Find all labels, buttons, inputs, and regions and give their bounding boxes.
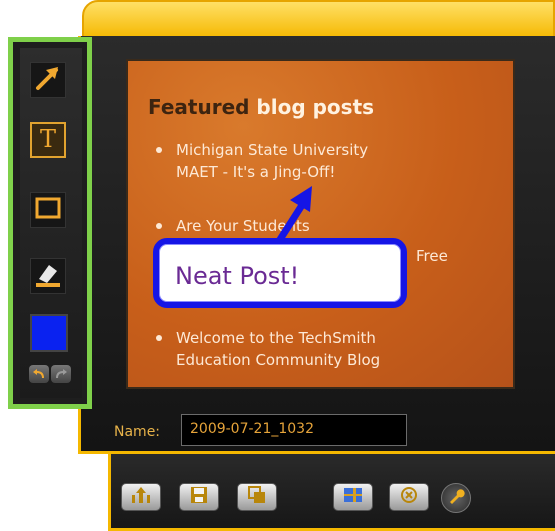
- redo-icon: [54, 365, 68, 384]
- list-item-fragment: Free: [416, 245, 448, 267]
- blog-heading-part1: Featured: [148, 95, 257, 119]
- tool-palette: T: [8, 37, 92, 409]
- rectangle-tool-button[interactable]: [30, 192, 66, 228]
- save-icon: [190, 486, 208, 508]
- title-bar: [82, 0, 555, 40]
- undo-button[interactable]: [29, 365, 49, 383]
- cancel-icon: [400, 486, 418, 508]
- svg-text:T: T: [40, 125, 56, 153]
- cancel-button[interactable]: [389, 483, 429, 511]
- redo-button[interactable]: [51, 365, 71, 383]
- list-item-text: Free: [416, 247, 448, 265]
- callout-text[interactable]: Neat Post!: [175, 262, 299, 290]
- color-picker[interactable]: [30, 314, 68, 352]
- blog-heading-part2: blog posts: [256, 95, 375, 119]
- bottom-toolbar: [108, 454, 555, 531]
- undo-redo-group: [29, 365, 71, 383]
- flash-icon: [343, 486, 363, 508]
- list-item-text: Welcome to the TechSmith Education Commu…: [176, 327, 476, 371]
- text-icon: T: [33, 123, 63, 157]
- bullet: [156, 147, 162, 153]
- copy-button[interactable]: [237, 483, 277, 511]
- name-label: Name:: [114, 424, 161, 440]
- rectangle-icon: [33, 193, 63, 227]
- arrow-tool-button[interactable]: [30, 62, 66, 98]
- blog-heading: Featured blog posts: [148, 95, 374, 119]
- name-input[interactable]: 2009-07-21_1032: [181, 414, 407, 446]
- copy-icon: [248, 486, 266, 508]
- share-icon: [130, 486, 152, 508]
- list-item-line: MAET - It's a Jing-Off!: [176, 163, 336, 181]
- highlighter-icon: [33, 259, 63, 293]
- list-item-line: Education Community Blog: [176, 351, 381, 369]
- wrench-icon: [446, 486, 466, 510]
- flash-button[interactable]: [333, 483, 373, 511]
- save-button[interactable]: [179, 483, 219, 511]
- list-item-text: Michigan State University MAET - It's a …: [176, 139, 476, 183]
- tool-palette-panel: T: [20, 48, 82, 398]
- callout-annotation[interactable]: Neat Post!: [153, 238, 407, 308]
- undo-icon: [32, 365, 46, 384]
- list-item-line: Michigan State University: [176, 141, 369, 159]
- arrow-icon: [33, 63, 63, 97]
- highlighter-tool-button[interactable]: [30, 258, 66, 294]
- settings-button[interactable]: [441, 483, 471, 513]
- bullet: [156, 223, 162, 229]
- text-tool-button[interactable]: T: [30, 122, 66, 158]
- bullet: [156, 335, 162, 341]
- list-item-line: Welcome to the TechSmith: [176, 329, 376, 347]
- share-button[interactable]: [121, 483, 161, 511]
